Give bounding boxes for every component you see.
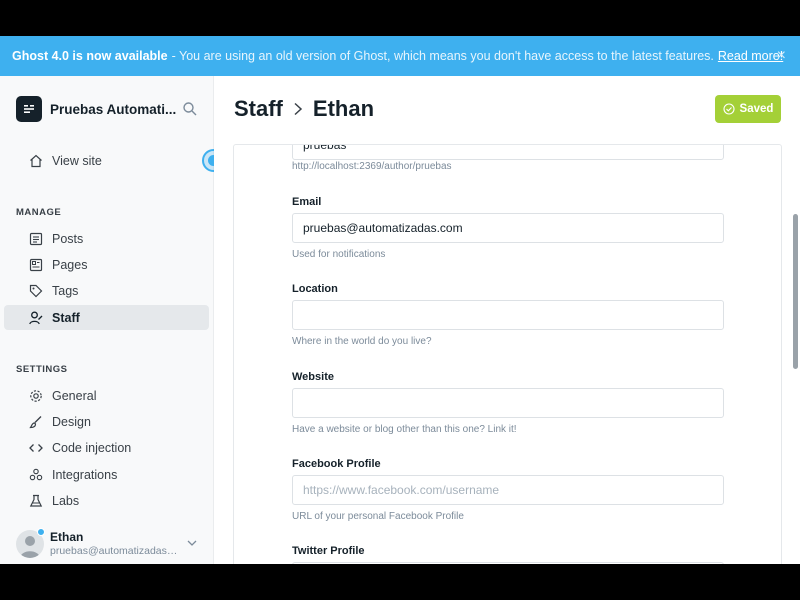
sidebar-item-design[interactable]: Design: [4, 409, 209, 434]
scrollbar[interactable]: [790, 76, 800, 564]
email-help: Used for notifications: [292, 249, 386, 260]
facebook-field[interactable]: [292, 475, 724, 505]
sidebar-item-staff[interactable]: Staff: [4, 305, 209, 330]
brush-icon: [28, 414, 44, 430]
sidebar-item-label: Labs: [52, 493, 80, 508]
sidebar-item-general[interactable]: General: [4, 383, 209, 408]
twitter-label: Twitter Profile: [292, 545, 365, 557]
home-icon: [28, 153, 44, 169]
search-icon[interactable]: [182, 101, 198, 117]
integrations-icon: [28, 467, 44, 483]
main-content: Staff Ethan Saved http://localhost:2369/…: [214, 76, 800, 564]
slug-input[interactable]: [292, 145, 724, 160]
sidebar-item-label: Code injection: [52, 440, 132, 455]
gear-icon: [28, 388, 44, 404]
website-label: Website: [292, 371, 334, 383]
facebook-help: URL of your personal Facebook Profile: [292, 511, 464, 522]
sidebar: Pruebas Automati... View site MANAGE Pos…: [0, 76, 225, 564]
close-icon[interactable]: ×: [777, 47, 786, 65]
top-letterbox: [0, 0, 800, 36]
check-circle-icon: [722, 103, 735, 115]
sidebar-item-code-injection[interactable]: Code injection: [4, 435, 209, 460]
sidebar-item-label: Integrations: [52, 467, 118, 482]
location-label: Location: [292, 283, 338, 295]
saved-button[interactable]: Saved: [715, 95, 781, 123]
sidebar-item-label: Design: [52, 414, 91, 429]
location-field[interactable]: [292, 300, 724, 330]
email-label: Email: [292, 196, 322, 208]
sidebar-item-label: Posts: [52, 231, 84, 246]
site-logo-icon: [16, 96, 42, 122]
breadcrumb-staff[interactable]: Staff: [234, 96, 283, 122]
profile-form-card: http://localhost:2369/author/pruebas Ema…: [233, 144, 782, 564]
read-more-link[interactable]: Read more!: [718, 49, 783, 63]
page-title: Ethan: [312, 96, 375, 121]
scrollbar-thumb[interactable]: [793, 214, 798, 369]
view-site-link[interactable]: View site: [4, 148, 209, 173]
sidebar-item-labs[interactable]: Labs: [4, 488, 209, 513]
sidebar-item-label: Staff: [52, 310, 80, 325]
user-menu[interactable]: Ethan pruebas@automatizadas.com: [16, 528, 206, 562]
sidebar-item-pages[interactable]: Pages: [4, 252, 209, 277]
site-brand[interactable]: Pruebas Automati...: [16, 96, 176, 122]
site-title: Pruebas Automati...: [50, 101, 177, 117]
pages-icon: [28, 257, 44, 273]
sidebar-item-posts[interactable]: Posts: [4, 226, 209, 251]
staff-icon: [28, 310, 44, 326]
posts-icon: [28, 231, 44, 247]
sidebar-item-label: Tags: [52, 283, 79, 298]
banner-title: Ghost 4.0 is now available: [12, 49, 168, 63]
app: Pruebas Automati... View site MANAGE Pos…: [0, 76, 800, 564]
website-help: Have a website or blog other than this o…: [292, 424, 517, 435]
notification-dot: [37, 528, 45, 536]
location-help: Where in the world do you live?: [292, 336, 432, 347]
sidebar-item-integrations[interactable]: Integrations: [4, 462, 209, 487]
bottom-letterbox: [0, 564, 800, 600]
code-icon: [28, 440, 44, 456]
sidebar-item-tags[interactable]: Tags: [4, 278, 209, 303]
user-email: pruebas@automatizadas.com: [50, 545, 180, 557]
chevron-down-icon[interactable]: [186, 536, 198, 548]
banner-message: - You are using an old version of Ghost,…: [171, 49, 714, 63]
slug-help: http://localhost:2369/author/pruebas: [292, 161, 452, 172]
view-site-label: View site: [52, 153, 102, 168]
breadcrumb: Staff Ethan: [234, 96, 374, 122]
flask-icon: [28, 493, 44, 509]
manage-section-label: MANAGE: [16, 207, 62, 218]
user-name: Ethan: [50, 530, 84, 544]
saved-label: Saved: [739, 103, 774, 115]
sidebar-item-label: General: [52, 388, 97, 403]
facebook-label: Facebook Profile: [292, 458, 381, 470]
settings-section-label: SETTINGS: [16, 364, 68, 375]
sidebar-item-label: Pages: [52, 257, 88, 272]
chevron-right-icon: [291, 101, 305, 117]
tag-icon: [28, 283, 44, 299]
email-field[interactable]: [292, 213, 724, 243]
update-banner: Ghost 4.0 is now available - You are usi…: [0, 36, 800, 76]
website-field[interactable]: [292, 388, 724, 418]
